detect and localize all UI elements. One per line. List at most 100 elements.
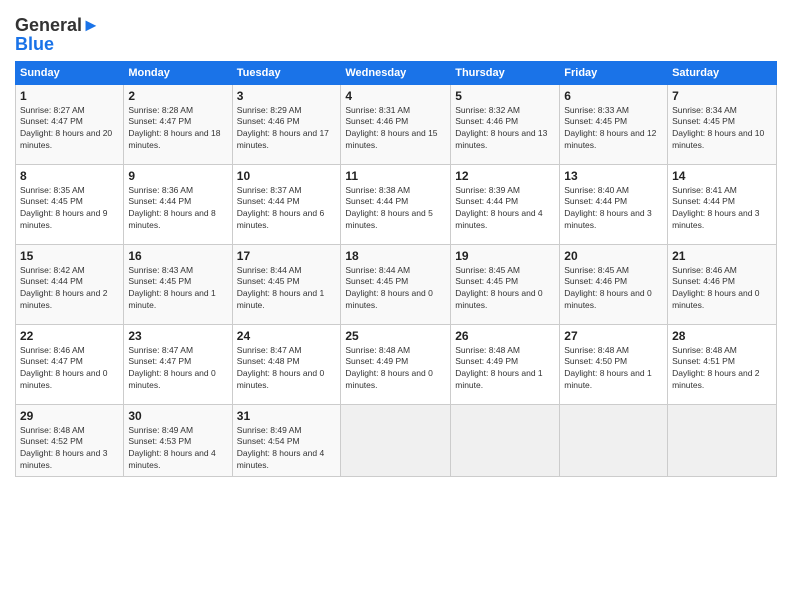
calendar-cell: 13 Sunrise: 8:40 AM Sunset: 4:44 PM Dayl… bbox=[560, 164, 668, 244]
day-info: Sunrise: 8:40 AM Sunset: 4:44 PM Dayligh… bbox=[564, 185, 663, 233]
calendar-cell: 1 Sunrise: 8:27 AM Sunset: 4:47 PM Dayli… bbox=[16, 84, 124, 164]
calendar-week-row: 1 Sunrise: 8:27 AM Sunset: 4:47 PM Dayli… bbox=[16, 84, 777, 164]
weekday-header-monday: Monday bbox=[124, 61, 232, 84]
calendar-cell: 30 Sunrise: 8:49 AM Sunset: 4:53 PM Dayl… bbox=[124, 404, 232, 477]
day-number: 12 bbox=[455, 169, 555, 183]
calendar-cell: 26 Sunrise: 8:48 AM Sunset: 4:49 PM Dayl… bbox=[451, 324, 560, 404]
day-number: 20 bbox=[564, 249, 663, 263]
calendar-cell: 31 Sunrise: 8:49 AM Sunset: 4:54 PM Dayl… bbox=[232, 404, 341, 477]
calendar-cell bbox=[341, 404, 451, 477]
day-info: Sunrise: 8:44 AM Sunset: 4:45 PM Dayligh… bbox=[237, 265, 337, 313]
day-number: 23 bbox=[128, 329, 227, 343]
day-number: 26 bbox=[455, 329, 555, 343]
calendar-cell: 29 Sunrise: 8:48 AM Sunset: 4:52 PM Dayl… bbox=[16, 404, 124, 477]
day-info: Sunrise: 8:43 AM Sunset: 4:45 PM Dayligh… bbox=[128, 265, 227, 313]
day-info: Sunrise: 8:38 AM Sunset: 4:44 PM Dayligh… bbox=[345, 185, 446, 233]
calendar-cell: 24 Sunrise: 8:47 AM Sunset: 4:48 PM Dayl… bbox=[232, 324, 341, 404]
day-info: Sunrise: 8:45 AM Sunset: 4:45 PM Dayligh… bbox=[455, 265, 555, 313]
calendar-cell bbox=[668, 404, 777, 477]
day-info: Sunrise: 8:39 AM Sunset: 4:44 PM Dayligh… bbox=[455, 185, 555, 233]
logo-subtext: Blue bbox=[15, 35, 100, 53]
day-info: Sunrise: 8:34 AM Sunset: 4:45 PM Dayligh… bbox=[672, 105, 772, 153]
calendar-cell: 9 Sunrise: 8:36 AM Sunset: 4:44 PM Dayli… bbox=[124, 164, 232, 244]
day-info: Sunrise: 8:49 AM Sunset: 4:53 PM Dayligh… bbox=[128, 425, 227, 473]
day-info: Sunrise: 8:49 AM Sunset: 4:54 PM Dayligh… bbox=[237, 425, 337, 473]
day-info: Sunrise: 8:47 AM Sunset: 4:48 PM Dayligh… bbox=[237, 345, 337, 393]
weekday-header-sunday: Sunday bbox=[16, 61, 124, 84]
day-number: 7 bbox=[672, 89, 772, 103]
day-info: Sunrise: 8:29 AM Sunset: 4:46 PM Dayligh… bbox=[237, 105, 337, 153]
page: General► Blue SundayMondayTuesdayWednesd… bbox=[0, 0, 792, 612]
day-number: 10 bbox=[237, 169, 337, 183]
calendar-cell: 25 Sunrise: 8:48 AM Sunset: 4:49 PM Dayl… bbox=[341, 324, 451, 404]
day-number: 8 bbox=[20, 169, 119, 183]
day-number: 2 bbox=[128, 89, 227, 103]
weekday-header-saturday: Saturday bbox=[668, 61, 777, 84]
day-number: 3 bbox=[237, 89, 337, 103]
header: General► Blue bbox=[15, 15, 777, 53]
day-info: Sunrise: 8:46 AM Sunset: 4:47 PM Dayligh… bbox=[20, 345, 119, 393]
day-info: Sunrise: 8:45 AM Sunset: 4:46 PM Dayligh… bbox=[564, 265, 663, 313]
day-info: Sunrise: 8:48 AM Sunset: 4:52 PM Dayligh… bbox=[20, 425, 119, 473]
day-number: 18 bbox=[345, 249, 446, 263]
day-info: Sunrise: 8:37 AM Sunset: 4:44 PM Dayligh… bbox=[237, 185, 337, 233]
calendar-cell: 12 Sunrise: 8:39 AM Sunset: 4:44 PM Dayl… bbox=[451, 164, 560, 244]
day-number: 15 bbox=[20, 249, 119, 263]
day-number: 4 bbox=[345, 89, 446, 103]
calendar-week-row: 8 Sunrise: 8:35 AM Sunset: 4:45 PM Dayli… bbox=[16, 164, 777, 244]
calendar-week-row: 22 Sunrise: 8:46 AM Sunset: 4:47 PM Dayl… bbox=[16, 324, 777, 404]
day-number: 9 bbox=[128, 169, 227, 183]
weekday-header-thursday: Thursday bbox=[451, 61, 560, 84]
day-info: Sunrise: 8:27 AM Sunset: 4:47 PM Dayligh… bbox=[20, 105, 119, 153]
day-info: Sunrise: 8:31 AM Sunset: 4:46 PM Dayligh… bbox=[345, 105, 446, 153]
day-number: 31 bbox=[237, 409, 337, 423]
day-info: Sunrise: 8:32 AM Sunset: 4:46 PM Dayligh… bbox=[455, 105, 555, 153]
weekday-header-friday: Friday bbox=[560, 61, 668, 84]
day-info: Sunrise: 8:35 AM Sunset: 4:45 PM Dayligh… bbox=[20, 185, 119, 233]
calendar-week-row: 29 Sunrise: 8:48 AM Sunset: 4:52 PM Dayl… bbox=[16, 404, 777, 477]
calendar-cell: 16 Sunrise: 8:43 AM Sunset: 4:45 PM Dayl… bbox=[124, 244, 232, 324]
calendar-cell: 14 Sunrise: 8:41 AM Sunset: 4:44 PM Dayl… bbox=[668, 164, 777, 244]
logo: General► Blue bbox=[15, 15, 100, 53]
calendar-cell: 21 Sunrise: 8:46 AM Sunset: 4:46 PM Dayl… bbox=[668, 244, 777, 324]
weekday-header-row: SundayMondayTuesdayWednesdayThursdayFrid… bbox=[16, 61, 777, 84]
day-number: 16 bbox=[128, 249, 227, 263]
day-number: 21 bbox=[672, 249, 772, 263]
calendar-cell: 27 Sunrise: 8:48 AM Sunset: 4:50 PM Dayl… bbox=[560, 324, 668, 404]
day-number: 30 bbox=[128, 409, 227, 423]
day-number: 19 bbox=[455, 249, 555, 263]
day-number: 27 bbox=[564, 329, 663, 343]
day-number: 6 bbox=[564, 89, 663, 103]
calendar-cell: 22 Sunrise: 8:46 AM Sunset: 4:47 PM Dayl… bbox=[16, 324, 124, 404]
day-number: 5 bbox=[455, 89, 555, 103]
day-info: Sunrise: 8:48 AM Sunset: 4:49 PM Dayligh… bbox=[455, 345, 555, 393]
weekday-header-tuesday: Tuesday bbox=[232, 61, 341, 84]
day-number: 17 bbox=[237, 249, 337, 263]
day-info: Sunrise: 8:48 AM Sunset: 4:49 PM Dayligh… bbox=[345, 345, 446, 393]
day-number: 29 bbox=[20, 409, 119, 423]
day-number: 28 bbox=[672, 329, 772, 343]
calendar-cell: 5 Sunrise: 8:32 AM Sunset: 4:46 PM Dayli… bbox=[451, 84, 560, 164]
calendar-cell: 10 Sunrise: 8:37 AM Sunset: 4:44 PM Dayl… bbox=[232, 164, 341, 244]
day-info: Sunrise: 8:41 AM Sunset: 4:44 PM Dayligh… bbox=[672, 185, 772, 233]
calendar-cell: 28 Sunrise: 8:48 AM Sunset: 4:51 PM Dayl… bbox=[668, 324, 777, 404]
calendar-table: SundayMondayTuesdayWednesdayThursdayFrid… bbox=[15, 61, 777, 478]
day-info: Sunrise: 8:48 AM Sunset: 4:51 PM Dayligh… bbox=[672, 345, 772, 393]
day-info: Sunrise: 8:46 AM Sunset: 4:46 PM Dayligh… bbox=[672, 265, 772, 313]
day-number: 24 bbox=[237, 329, 337, 343]
calendar-cell: 15 Sunrise: 8:42 AM Sunset: 4:44 PM Dayl… bbox=[16, 244, 124, 324]
day-info: Sunrise: 8:28 AM Sunset: 4:47 PM Dayligh… bbox=[128, 105, 227, 153]
calendar-cell: 7 Sunrise: 8:34 AM Sunset: 4:45 PM Dayli… bbox=[668, 84, 777, 164]
calendar-cell: 17 Sunrise: 8:44 AM Sunset: 4:45 PM Dayl… bbox=[232, 244, 341, 324]
calendar-cell: 19 Sunrise: 8:45 AM Sunset: 4:45 PM Dayl… bbox=[451, 244, 560, 324]
calendar-cell: 6 Sunrise: 8:33 AM Sunset: 4:45 PM Dayli… bbox=[560, 84, 668, 164]
day-info: Sunrise: 8:42 AM Sunset: 4:44 PM Dayligh… bbox=[20, 265, 119, 313]
day-number: 22 bbox=[20, 329, 119, 343]
calendar-cell: 23 Sunrise: 8:47 AM Sunset: 4:47 PM Dayl… bbox=[124, 324, 232, 404]
day-info: Sunrise: 8:48 AM Sunset: 4:50 PM Dayligh… bbox=[564, 345, 663, 393]
day-number: 14 bbox=[672, 169, 772, 183]
calendar-cell: 11 Sunrise: 8:38 AM Sunset: 4:44 PM Dayl… bbox=[341, 164, 451, 244]
day-number: 11 bbox=[345, 169, 446, 183]
day-number: 13 bbox=[564, 169, 663, 183]
day-info: Sunrise: 8:36 AM Sunset: 4:44 PM Dayligh… bbox=[128, 185, 227, 233]
